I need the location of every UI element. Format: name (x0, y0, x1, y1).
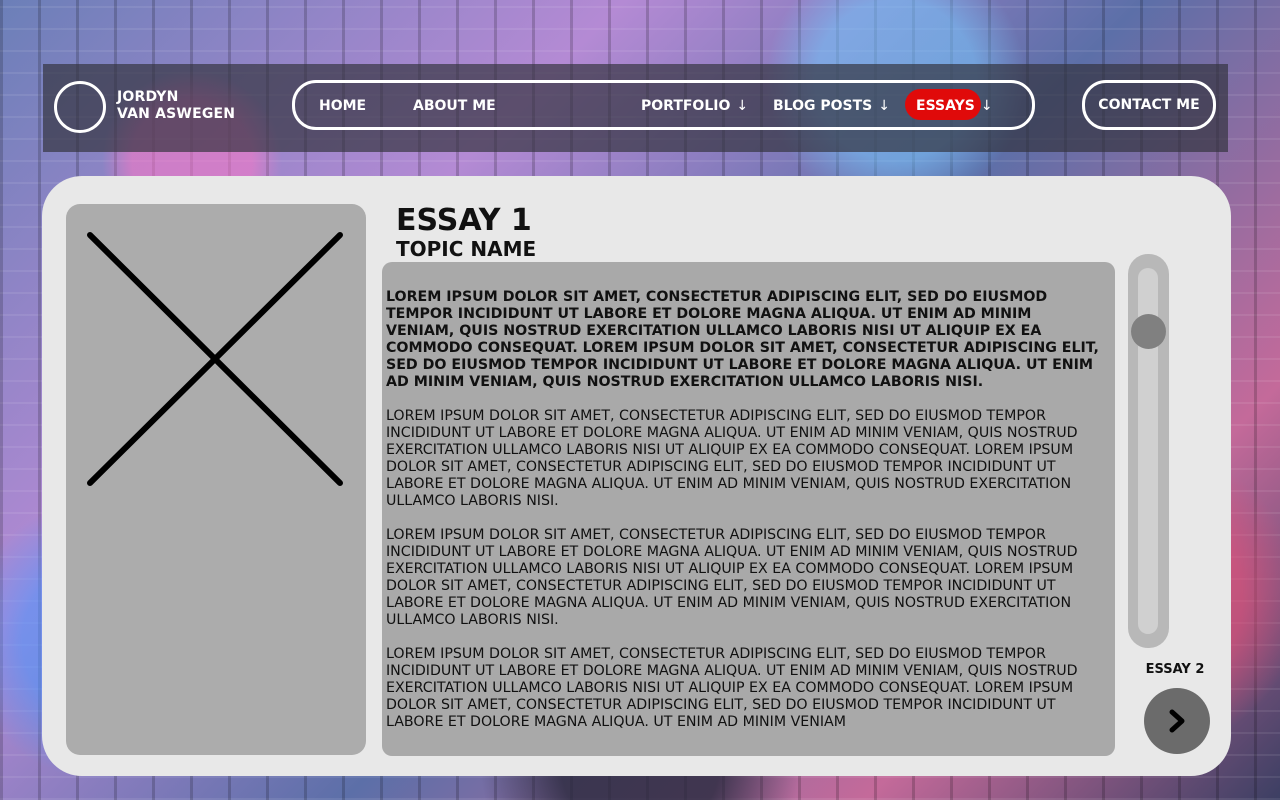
brand-name-line2: VAN ASWEGEN (117, 106, 236, 122)
essay-paragraph: LOREM IPSUM DOLOR SIT AMET, CONSECTETUR … (386, 289, 1099, 390)
essay-paragraph: LOREM IPSUM DOLOR SIT AMET, CONSECTETUR … (386, 527, 1078, 628)
nav-item-about-me[interactable]: ABOUT ME (413, 96, 496, 116)
brand-name: JORDYN VAN ASWEGEN (117, 89, 235, 123)
essay-paragraph: LOREM IPSUM DOLOR SIT AMET, CONSECTETUR … (386, 408, 1078, 509)
arrow-down-icon: ↓ (878, 98, 890, 114)
nav-item-portfolio-label: PORTFOLIO (641, 98, 731, 114)
next-essay-label: ESSAY 2 (1145, 662, 1205, 677)
chevron-right-icon (1169, 709, 1185, 733)
nav-item-home-label: HOME (319, 98, 367, 114)
scrollbar-thumb[interactable] (1131, 314, 1166, 349)
essay-image-placeholder (66, 204, 366, 755)
arrow-down-icon: ↓ (980, 98, 993, 114)
nav-item-home[interactable]: HOME (319, 96, 366, 116)
nav-item-portfolio[interactable]: PORTFOLIO ↓ (641, 96, 748, 116)
contact-button[interactable]: CONTACT ME (1082, 80, 1216, 130)
essay-body: LOREM IPSUM DOLOR SIT AMET, CONSECTETUR … (386, 289, 1102, 748)
nav-item-essays[interactable]: ESSAYS ↓ (916, 96, 993, 116)
next-essay-button[interactable] (1144, 688, 1210, 754)
image-placeholder-x-icon (87, 232, 343, 486)
arrow-down-icon: ↓ (736, 98, 749, 114)
nav-item-blog-posts-label: BLOG POSTS (773, 98, 873, 114)
nav-item-about-me-label: ABOUT ME (413, 98, 496, 114)
nav-item-essays-label: ESSAYS (916, 98, 975, 114)
essay-text-area: LOREM IPSUM DOLOR SIT AMET, CONSECTETUR … (382, 262, 1115, 756)
essay-paragraph: LOREM IPSUM DOLOR SIT AMET, CONSECTETUR … (386, 646, 1078, 730)
avatar (54, 81, 106, 133)
topic-name: TOPIC NAME (396, 237, 537, 261)
nav-item-blog-posts[interactable]: BLOG POSTS ↓ (773, 96, 890, 116)
essay-title: ESSAY 1 (396, 203, 532, 238)
brand-name-line1: JORDYN (117, 89, 179, 105)
